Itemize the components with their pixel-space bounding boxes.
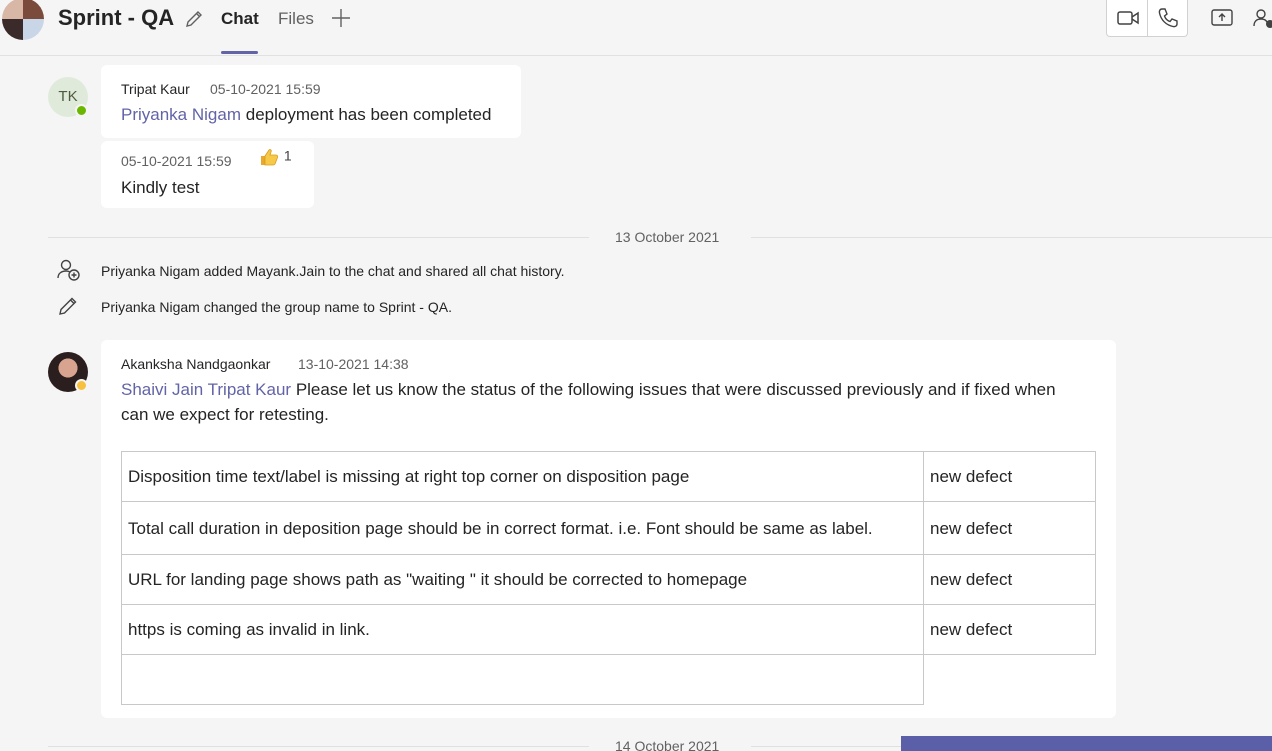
add-tab-icon[interactable] [330,7,352,29]
date-divider-label: 14 October 2021 [615,738,720,751]
reaction-count: 1 [283,147,292,164]
call-divider [1147,0,1148,36]
share-screen-icon[interactable] [1209,6,1235,30]
date-divider-line [48,746,589,747]
table-row: Total call duration in deposition page s… [121,501,1096,555]
table-row [121,654,1096,705]
system-event-text: Priyanka Nigam changed the group name to… [101,299,452,315]
message-timestamp: 05-10-2021 15:59 [121,153,232,169]
table-cell: new defect [923,451,1096,502]
message-text: Kindly test [121,178,200,197]
tab-chat[interactable]: Chat [221,9,259,29]
table-row: https is coming as invalid in link. new … [121,604,1096,655]
mention-link[interactable]: Shaivi Jain Tripat Kaur [121,380,291,399]
active-tab-indicator [221,51,258,54]
message-author: Tripat Kaur [121,81,190,97]
add-person-icon [57,259,80,281]
table-row: URL for landing page shows path as "wait… [121,554,1096,605]
message-timestamp: 13-10-2021 14:38 [298,356,409,372]
message-author: Akanksha Nandgaonkar [121,356,271,372]
edit-icon[interactable] [183,8,205,30]
call-button-group [1106,0,1188,37]
table-cell: new defect [923,554,1096,605]
thumbs-up-icon [261,149,279,166]
date-divider-line [751,237,1272,238]
phone-call-icon[interactable] [1156,6,1180,30]
reaction-like[interactable]: 1 [258,147,292,167]
message-text: Priyanka Nigam deployment has been compl… [121,102,491,127]
table-cell: Total call duration in deposition page s… [121,501,924,555]
message-bubble[interactable]: Tripat Kaur 05-10-2021 15:59 Priyanka Ni… [101,65,521,138]
message-body: Please let us know the status of the fol… [291,380,1056,399]
date-divider-line [48,237,589,238]
mention-link[interactable]: Priyanka Nigam [121,105,241,124]
chat-header: Sprint - QA Chat Files [0,0,1272,56]
table-cell: URL for landing page shows path as "wait… [121,554,924,605]
table-cell: https is coming as invalid in link. [121,604,924,655]
table-cell-empty [121,654,924,705]
message-body: deployment has been completed [245,105,492,124]
video-call-icon[interactable] [1116,7,1140,29]
issues-table: Disposition time text/label is missing a… [121,451,1096,705]
table-cell: new defect [923,501,1096,555]
notification-bar[interactable] [901,736,1272,751]
message-timestamp: 05-10-2021 15:59 [210,81,321,97]
tab-files[interactable]: Files [278,9,314,29]
presence-away-indicator [75,379,88,392]
rename-pencil-icon [59,297,77,315]
table-cell: new defect [923,604,1096,655]
group-avatar[interactable] [2,0,44,40]
message-body: can we expect for retesting. [121,405,329,424]
presence-available-indicator [75,104,88,117]
message-text: Shaivi Jain Tripat Kaur Please let us kn… [121,377,1101,427]
date-divider-label: 13 October 2021 [615,229,720,245]
system-event-text: Priyanka Nigam added Mayank.Jain to the … [101,263,565,279]
table-cell-empty [923,654,1096,705]
table-cell: Disposition time text/label is missing a… [121,451,924,502]
table-row: Disposition time text/label is missing a… [121,451,1096,502]
chat-title: Sprint - QA [58,5,175,30]
people-icon[interactable] [1252,6,1272,30]
